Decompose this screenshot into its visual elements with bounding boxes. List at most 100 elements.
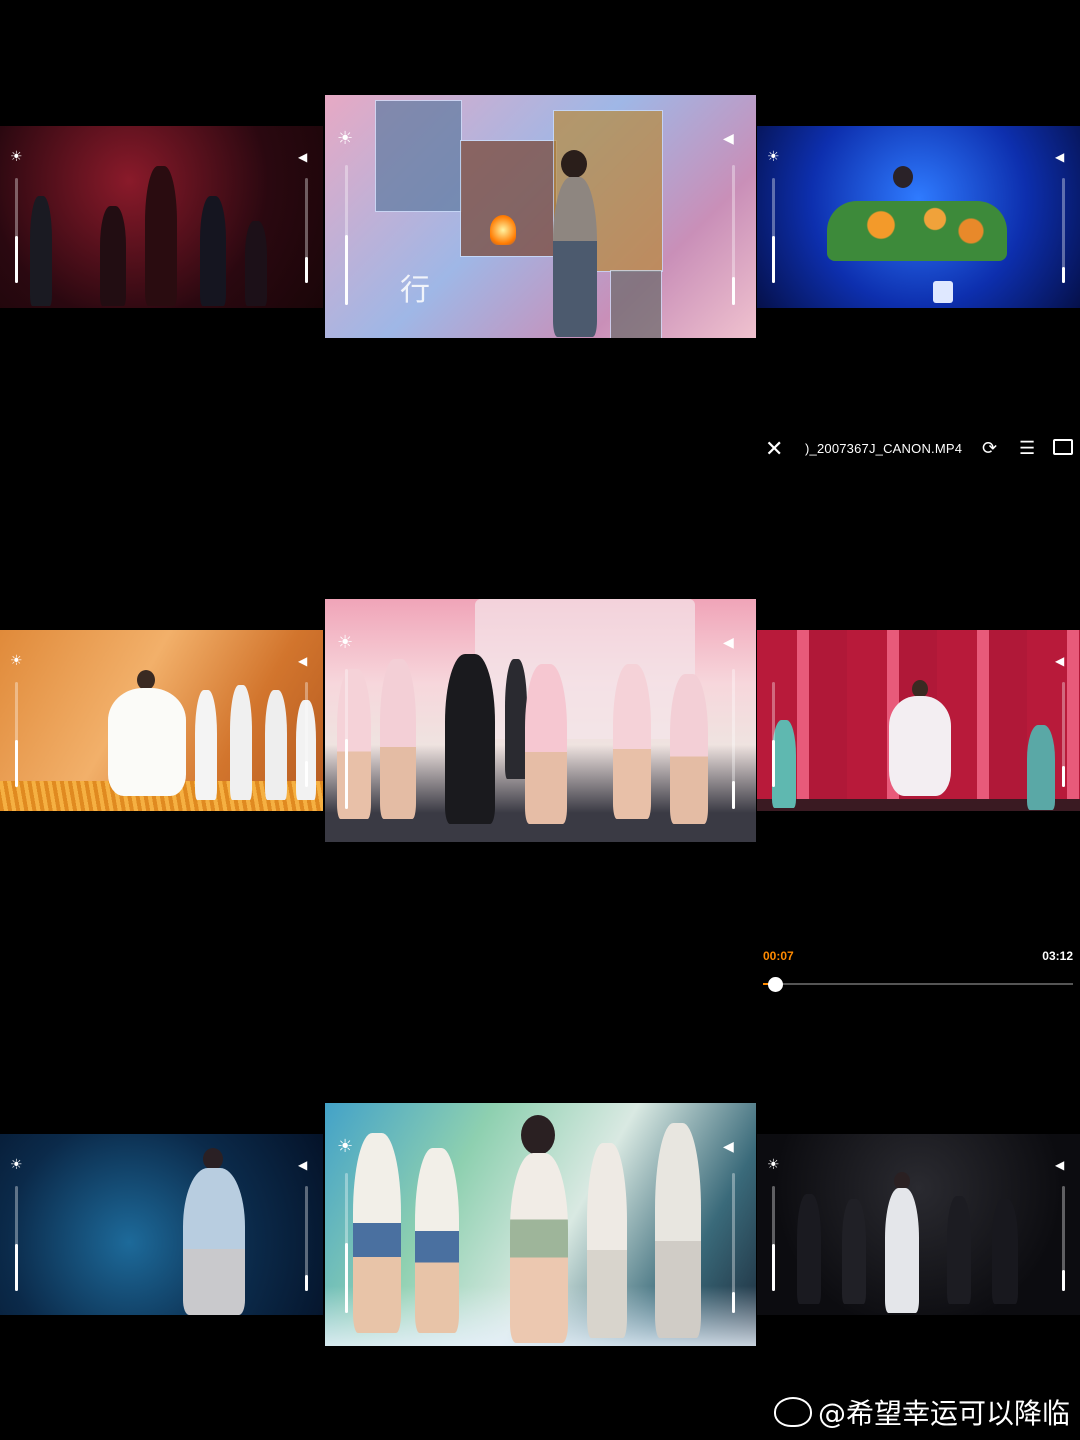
brightness-slider[interactable] — [772, 682, 775, 787]
lead-performer — [510, 1153, 568, 1343]
dancer — [842, 1199, 866, 1304]
playlist-icon[interactable]: ☰ — [1019, 438, 1035, 459]
duration: 03:12 — [1042, 949, 1073, 963]
volume-icon[interactable]: ◀ — [1055, 150, 1064, 164]
volume-level — [305, 760, 308, 787]
video-tile-r3-center[interactable]: ☀ ◀ — [325, 1103, 756, 1346]
volume-icon[interactable]: ◀ — [298, 654, 307, 668]
brightness-level — [345, 739, 348, 809]
brightness-icon[interactable]: ☀ — [767, 1156, 780, 1173]
volume-level — [732, 277, 735, 305]
volume-slider[interactable] — [305, 682, 308, 787]
volume-level — [1062, 1270, 1065, 1291]
volume-icon[interactable]: ◀ — [298, 150, 307, 164]
volume-icon[interactable]: ◀ — [298, 1158, 307, 1172]
dancer — [337, 669, 371, 819]
brightness-slider[interactable] — [15, 178, 18, 283]
volume-icon[interactable]: ◀ — [1055, 654, 1064, 668]
volume-slider[interactable] — [732, 165, 735, 305]
video-tile-r3-right[interactable]: ☀ ◀ — [757, 1134, 1080, 1315]
seek-bar[interactable] — [763, 983, 1073, 985]
dancer — [380, 659, 416, 819]
flower-piano — [827, 201, 1007, 261]
dancer — [797, 1194, 821, 1304]
brightness-slider[interactable] — [345, 165, 348, 305]
volume-level — [732, 1292, 735, 1313]
brightness-slider[interactable] — [15, 1186, 18, 1291]
dancer — [415, 1148, 459, 1333]
brightness-level — [15, 235, 18, 283]
camera-operator — [445, 654, 495, 824]
dancer — [947, 1196, 971, 1304]
overlay-glyph: 行 — [400, 273, 430, 308]
screen-panel — [375, 100, 462, 212]
brightness-icon[interactable]: ☀ — [767, 148, 780, 165]
volume-slider[interactable] — [305, 178, 308, 283]
performer — [553, 177, 597, 337]
video-tile-r2-center[interactable]: ☀ ◀ — [325, 599, 756, 842]
watermark-text: @希望幸运可以降临 — [817, 1397, 1070, 1430]
volume-icon[interactable]: ◀ — [1055, 1158, 1064, 1172]
brightness-slider[interactable] — [345, 1173, 348, 1313]
volume-slider[interactable] — [305, 1186, 308, 1291]
brightness-icon[interactable]: ☀ — [337, 632, 353, 653]
video-tile-r2-right[interactable]: ◀ — [757, 630, 1080, 811]
lead-dancer — [525, 664, 567, 824]
brightness-level — [772, 235, 775, 283]
lead-performer-head — [521, 1115, 555, 1155]
brightness-level — [345, 235, 348, 305]
choir-child — [230, 685, 252, 800]
choir-child — [195, 690, 217, 800]
performer — [245, 221, 267, 306]
close-icon[interactable]: ✕ — [765, 436, 783, 462]
brightness-slider[interactable] — [15, 682, 18, 787]
performer — [200, 196, 226, 306]
cast-icon[interactable] — [1053, 439, 1073, 455]
watermark: @希望幸运可以降临 — [773, 1392, 1070, 1432]
volume-icon[interactable]: ◀ — [723, 130, 734, 147]
video-tile-r2-left[interactable]: ☀ ◀ — [0, 630, 323, 811]
performer-head — [203, 1148, 223, 1170]
volume-icon[interactable]: ◀ — [723, 634, 734, 651]
volume-level — [305, 1275, 308, 1291]
stage-scene — [0, 1134, 323, 1315]
dancer — [353, 1133, 401, 1333]
volume-slider[interactable] — [1062, 178, 1065, 283]
player-toolbar: ✕ )_2007367J_CANON.MP4 ⟳ ☰ — [757, 430, 1080, 470]
dancer — [613, 664, 651, 819]
current-time: 00:07 — [763, 949, 794, 963]
performer-head — [137, 670, 155, 690]
screen-panel — [610, 270, 662, 338]
white-dress — [108, 688, 186, 796]
singer — [183, 1168, 245, 1315]
lamp — [933, 281, 953, 303]
video-tile-r3-left[interactable]: ☀ ◀ — [0, 1134, 323, 1315]
brightness-level — [15, 739, 18, 787]
video-tile-r1-center[interactable]: 行 ☀ ◀ — [325, 95, 756, 338]
dancer — [655, 1123, 701, 1338]
rotate-icon[interactable]: ⟳ — [982, 438, 997, 459]
brightness-level — [772, 1243, 775, 1291]
white-dress — [889, 696, 951, 796]
brightness-icon[interactable]: ☀ — [10, 1156, 23, 1173]
volume-slider[interactable] — [1062, 1186, 1065, 1291]
performer — [145, 166, 177, 306]
video-tile-r1-left[interactable]: ☀ ◀ — [0, 126, 323, 308]
brightness-icon[interactable]: ☀ — [337, 128, 353, 149]
volume-slider[interactable] — [1062, 682, 1065, 787]
brightness-icon[interactable]: ☀ — [10, 652, 23, 669]
brightness-icon[interactable]: ☀ — [337, 1136, 353, 1157]
volume-icon[interactable]: ◀ — [723, 1138, 734, 1155]
seek-handle[interactable] — [768, 977, 784, 992]
brightness-level — [15, 1243, 18, 1291]
brightness-slider[interactable] — [772, 1186, 775, 1291]
brightness-slider[interactable] — [772, 178, 775, 283]
volume-slider[interactable] — [732, 669, 735, 809]
dancer — [587, 1143, 627, 1338]
brightness-slider[interactable] — [345, 669, 348, 809]
video-tile-r1-right[interactable]: ☀ ◀ — [757, 126, 1080, 308]
brightness-level — [772, 739, 775, 787]
brightness-icon[interactable]: ☀ — [10, 148, 23, 165]
volume-slider[interactable] — [732, 1173, 735, 1313]
performer-head — [893, 166, 913, 188]
